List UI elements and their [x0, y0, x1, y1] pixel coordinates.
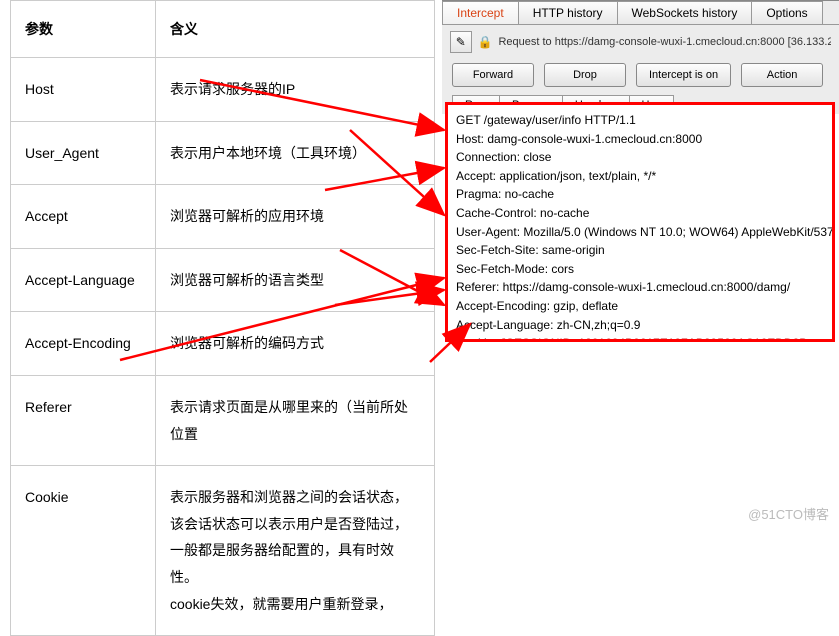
cell-meaning: 浏览器可解析的编码方式 — [156, 312, 435, 376]
http-line: GET /gateway/user/info HTTP/1.1 — [456, 111, 824, 130]
tab-ws-history[interactable]: WebSockets history — [617, 1, 753, 24]
http-line: User-Agent: Mozilla/5.0 (Windows NT 10.0… — [456, 223, 824, 242]
table-row: Host表示请求服务器的IP — [11, 58, 435, 122]
drop-button[interactable]: Drop — [544, 63, 626, 87]
table-row: User_Agent表示用户本地环境（工具环境） — [11, 121, 435, 185]
action-buttons: Forward Drop Intercept is on Action — [442, 59, 839, 95]
cell-param: Cookie — [11, 466, 156, 636]
cell-param: Accept-Language — [11, 248, 156, 312]
burp-panel: Intercept HTTP history WebSockets histor… — [442, 0, 839, 114]
forward-button[interactable]: Forward — [452, 63, 534, 87]
action-button[interactable]: Action — [741, 63, 823, 87]
cell-meaning: 表示服务器和浏览器之间的会话状态， 该会话状态可以表示用户是否登陆过， 一般都是… — [156, 466, 435, 636]
lock-icon: 🔒 — [478, 35, 493, 49]
http-line: Connection: close — [456, 148, 824, 167]
http-line: Host: damg-console-wuxi-1.cmecloud.cn:80… — [456, 130, 824, 149]
tab-http-history[interactable]: HTTP history — [518, 1, 618, 24]
cell-param: Accept-Encoding — [11, 312, 156, 376]
cell-param: Accept — [11, 185, 156, 249]
http-line: Sec-Fetch-Site: same-origin — [456, 241, 824, 260]
top-tabs: Intercept HTTP history WebSockets histor… — [442, 1, 839, 25]
http-cookie-line: Cookie: JSESSIONID=1801684B0617E197AB295… — [456, 334, 824, 342]
http-line: Accept-Language: zh-CN,zh;q=0.9 — [456, 316, 824, 335]
cell-meaning: 表示请求页面是从哪里来的（当前所处位置 — [156, 375, 435, 465]
table-row: Accept浏览器可解析的应用环境 — [11, 185, 435, 249]
cookie-key: JSESSIONID= — [500, 336, 578, 342]
table-row: Accept-Encoding浏览器可解析的编码方式 — [11, 312, 435, 376]
cell-meaning: 浏览器可解析的应用环境 — [156, 185, 435, 249]
cell-meaning: 表示请求服务器的IP — [156, 58, 435, 122]
watermark: @51CTO博客 — [748, 504, 829, 523]
http-line: Cache-Control: no-cache — [456, 204, 824, 223]
http-raw-content[interactable]: GET /gateway/user/info HTTP/1.1 Host: da… — [445, 102, 835, 342]
table-row: Cookie表示服务器和浏览器之间的会话状态， 该会话状态可以表示用户是否登陆过… — [11, 466, 435, 636]
http-line: Pragma: no-cache — [456, 185, 824, 204]
http-line: Accept-Encoding: gzip, deflate — [456, 297, 824, 316]
pencil-icon: ✎ — [456, 35, 466, 49]
cell-param: Host — [11, 58, 156, 122]
cell-param: Referer — [11, 375, 156, 465]
params-table-panel: 参数 含义 Host表示请求服务器的IP User_Agent表示用户本地环境（… — [10, 0, 435, 636]
cell-meaning: 表示用户本地环境（工具环境） — [156, 121, 435, 185]
tab-options[interactable]: Options — [751, 1, 822, 24]
intercept-toggle-button[interactable]: Intercept is on — [636, 63, 731, 87]
params-table: 参数 含义 Host表示请求服务器的IP User_Agent表示用户本地环境（… — [10, 0, 435, 636]
table-row: Accept-Language浏览器可解析的语言类型 — [11, 248, 435, 312]
table-row: Referer表示请求页面是从哪里来的（当前所处位置 — [11, 375, 435, 465]
request-bar: ✎ 🔒 Request to https://damg-console-wuxi… — [442, 25, 839, 59]
http-line: Sec-Fetch-Mode: cors — [456, 260, 824, 279]
edit-button[interactable]: ✎ — [450, 31, 472, 53]
cookie-value: 1801684B0617E197AB29566AC16EDD8B — [578, 336, 807, 342]
header-param: 参数 — [11, 1, 156, 58]
tab-intercept[interactable]: Intercept — [442, 1, 519, 24]
cell-param: User_Agent — [11, 121, 156, 185]
http-line: Referer: https://damg-console-wuxi-1.cme… — [456, 278, 824, 297]
http-line: Accept: application/json, text/plain, */… — [456, 167, 824, 186]
header-meaning: 含义 — [156, 1, 435, 58]
cell-meaning: 浏览器可解析的语言类型 — [156, 248, 435, 312]
request-url-text: Request to https://damg-console-wuxi-1.c… — [498, 36, 831, 48]
